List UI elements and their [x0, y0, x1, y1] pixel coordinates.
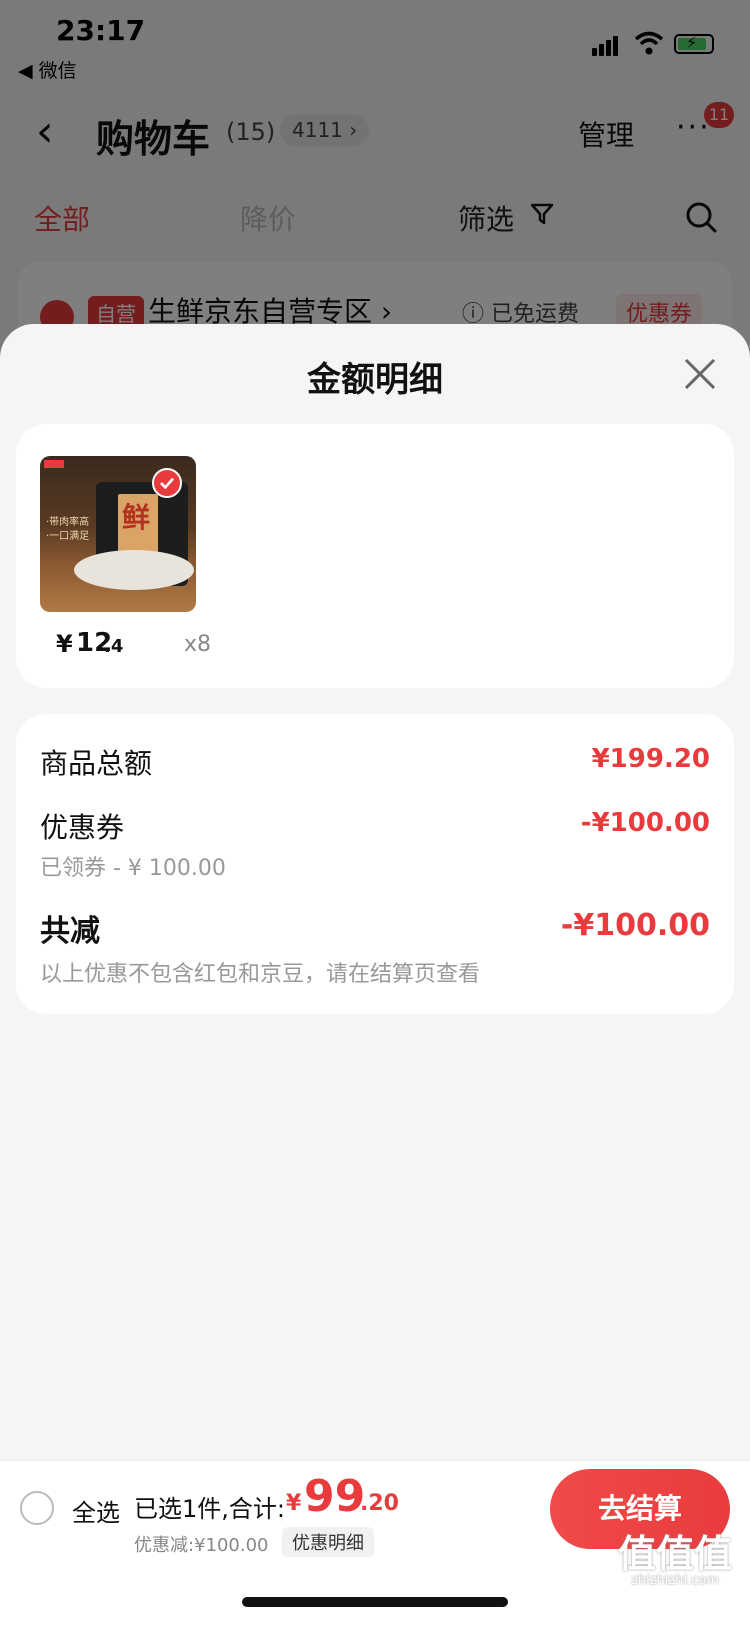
sum-integer: 99 — [304, 1471, 366, 1522]
sum-currency: ¥ — [286, 1491, 302, 1516]
select-all-label[interactable]: 全选 — [72, 1493, 120, 1528]
product-quantity: x8 — [184, 632, 212, 657]
watermark: 值值值 — [617, 1532, 732, 1576]
discount-detail-button[interactable]: 优惠明细 — [282, 1527, 374, 1557]
total-reduce-label: 共减 — [40, 914, 100, 949]
checkout-bar: 全选 已选1件,合计: ¥ 99 .20 优惠减:¥100.00 优惠明细 去结… — [0, 1460, 750, 1625]
product-image-text: ·带肉率高 ·一口满足 — [46, 517, 90, 542]
discount-summary: 优惠减:¥100.00 — [134, 1535, 269, 1556]
price-currency: ¥ — [56, 630, 73, 658]
price-decimal: .4 — [104, 636, 124, 657]
sheet-title: 金额明细 — [307, 360, 443, 400]
coupon-sub: 已领券 - ¥ 100.00 — [40, 856, 226, 881]
amount-detail-card: 商品总额 ¥199.20 优惠券 -¥100.00 已领券 - ¥ 100.00… — [16, 714, 734, 1014]
amount-detail-sheet: 金额明细 ·带肉率高 ·一口满足 鲜 ¥ 12 .4 x8 商品总额 ¥199.… — [0, 324, 750, 1460]
product-image[interactable]: ·带肉率高 ·一口满足 鲜 — [40, 456, 196, 612]
product-card: ·带肉率高 ·一口满足 鲜 ¥ 12 .4 x8 — [16, 424, 734, 688]
dim-overlay[interactable] — [0, 0, 750, 360]
dumpling-plate — [74, 550, 194, 590]
home-indicator[interactable] — [242, 1597, 508, 1607]
sum-decimal: .20 — [360, 1491, 399, 1516]
close-icon[interactable] — [680, 354, 720, 394]
coupon-label: 优惠券 — [40, 811, 125, 844]
selected-summary: 已选1件,合计: — [134, 1495, 285, 1523]
total-reduce-value: -¥100.00 — [560, 908, 710, 943]
watermark-url: zhizhizhi.com — [631, 1573, 719, 1588]
discount-note: 以上优惠不包含红包和京豆，请在结算页查看 — [40, 962, 481, 987]
brand-logo — [44, 460, 64, 468]
goods-total-value: ¥199.20 — [591, 744, 710, 774]
package-character: 鲜 — [122, 501, 151, 534]
select-all-checkbox[interactable] — [20, 1491, 54, 1525]
selected-check-icon[interactable] — [152, 468, 182, 498]
coupon-value: -¥100.00 — [580, 808, 710, 838]
goods-total-label: 商品总额 — [40, 747, 153, 780]
